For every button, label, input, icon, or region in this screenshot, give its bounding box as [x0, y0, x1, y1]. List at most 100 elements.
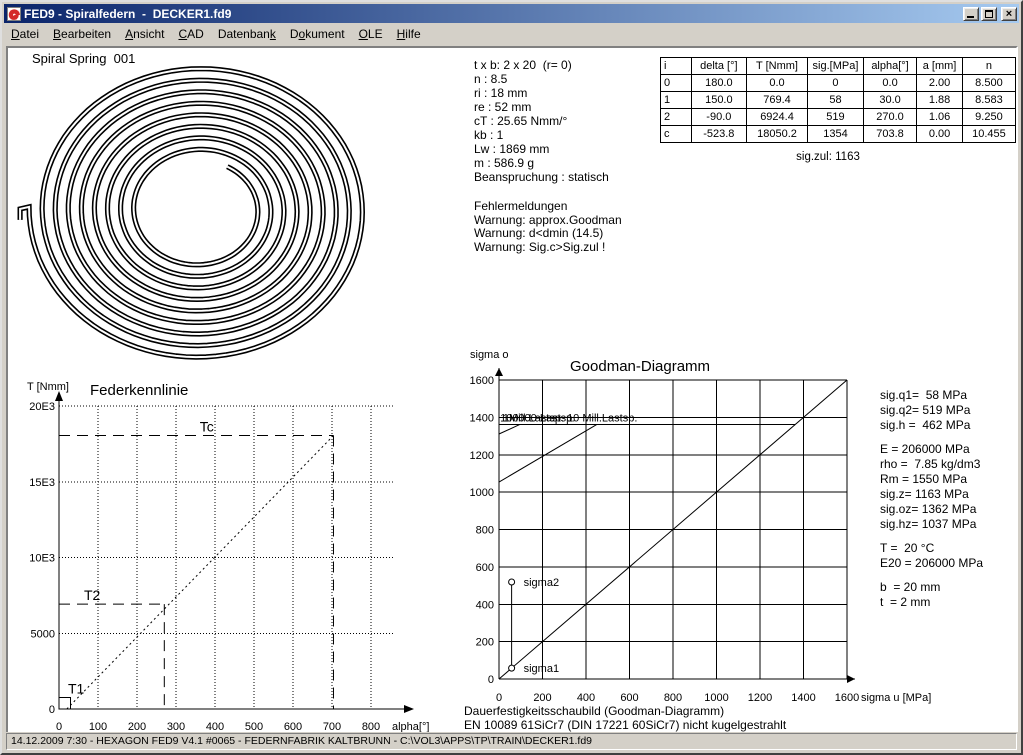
table-cell: 2: [661, 109, 692, 126]
table-cell: 1: [661, 92, 692, 109]
svg-text:Goodman-Diagramm: Goodman-Diagramm: [570, 358, 710, 375]
table-cell: 0: [808, 75, 864, 92]
svg-text:1000: 1000: [470, 487, 494, 499]
table-header-cell: T [Nmm]: [746, 58, 807, 75]
svg-text:15E3: 15E3: [29, 477, 55, 489]
results-table: idelta [°]T [Nmm]sig.[MPa]alpha[°]a [mm]…: [660, 57, 1016, 143]
results-table-wrap: idelta [°]T [Nmm]sig.[MPa]alpha[°]a [mm]…: [660, 57, 1016, 143]
material-line: sig.q1= 58 MPa: [880, 388, 983, 403]
parameter-line: cT : 25.65 Nmm/°: [474, 114, 609, 128]
svg-text:200: 200: [533, 692, 551, 704]
svg-text:400: 400: [476, 599, 494, 611]
material-line: E20 = 206000 MPa: [880, 556, 983, 571]
material-line: rho = 7.85 kg/dm3: [880, 457, 983, 472]
svg-text:1200: 1200: [748, 692, 772, 704]
material-line: [880, 571, 983, 580]
warning-line: Warnung: approx.Goodman: [474, 214, 622, 228]
menu-item-datenbank[interactable]: Datenbank: [211, 25, 283, 43]
warning-messages: FehlermeldungenWarnung: approx.GoodmanWa…: [474, 200, 622, 254]
maximize-button[interactable]: [981, 7, 997, 21]
window-controls: ×: [961, 7, 1017, 21]
menu-bar: DateiBearbeitenAnsichtCADDatenbankDokume…: [4, 24, 1019, 44]
table-header-cell: delta [°]: [691, 58, 746, 75]
material-line: b = 20 mm: [880, 580, 983, 595]
svg-text:sigma o: sigma o: [470, 349, 509, 361]
spring-parameters: t x b: 2 x 20 (r= 0)n : 8.5ri : 18 mmre …: [474, 58, 609, 184]
table-row: 2-90.06924.4519270.01.069.250: [661, 109, 1016, 126]
warning-line: Warnung: d<dmin (14.5): [474, 227, 622, 241]
window-title: FED9 - Spiralfedern - DECKER1.fd9: [24, 7, 961, 21]
table-cell: 0.00: [917, 126, 963, 143]
material-line: [880, 532, 983, 541]
parameter-line: Lw : 1869 mm: [474, 142, 609, 156]
menu-item-ansicht[interactable]: Ansicht: [118, 25, 171, 43]
svg-text:200: 200: [476, 637, 494, 649]
svg-text:Tc: Tc: [200, 419, 214, 435]
menu-item-bearbeiten[interactable]: Bearbeiten: [46, 25, 118, 43]
client-area: Spiral Spring 001 t x b: 2 x 20 (r= 0)n …: [6, 46, 1018, 735]
svg-text:600: 600: [620, 692, 638, 704]
menu-item-hilfe[interactable]: Hilfe: [390, 25, 428, 43]
warning-line: Warnung: Sig.c>Sig.zul !: [474, 241, 622, 255]
app-window: FED9 - Spiralfedern - DECKER1.fd9 × Date…: [0, 0, 1023, 755]
table-cell: 769.4: [746, 92, 807, 109]
parameter-line: kb : 1: [474, 128, 609, 142]
material-line: sig.oz= 1362 MPa: [880, 502, 983, 517]
menu-item-ole[interactable]: OLE: [352, 25, 390, 43]
material-line: E = 206000 MPa: [880, 442, 983, 457]
table-cell: 9.250: [962, 109, 1015, 126]
minimize-button[interactable]: [963, 7, 979, 21]
table-cell: 0.0: [746, 75, 807, 92]
menu-item-cad[interactable]: CAD: [171, 25, 210, 43]
svg-text:T2: T2: [84, 587, 101, 603]
material-line: sig.h = 462 MPa: [880, 418, 983, 433]
table-header-cell: sig.[MPa]: [808, 58, 864, 75]
svg-text:1200: 1200: [470, 450, 494, 462]
svg-text:T1: T1: [68, 680, 85, 696]
table-cell: 1.06: [917, 109, 963, 126]
close-icon: ×: [1002, 8, 1016, 20]
status-text: 14.12.2009 7:30 - HEXAGON FED9 V4.1 #006…: [6, 733, 1017, 750]
table-row: 1150.0769.45830.01.888.583: [661, 92, 1016, 109]
table-cell: 30.0: [863, 92, 916, 109]
svg-text:sigma u [MPa]: sigma u [MPa]: [861, 692, 931, 704]
svg-text:1Mill.Lastsp.: 1Mill.Lastsp.: [503, 412, 564, 424]
caption-line-1: Dauerfestigkeitsschaubild (Goodman-Diagr…: [464, 704, 786, 718]
parameter-line: t x b: 2 x 20 (r= 0): [474, 58, 609, 72]
table-cell: -90.0: [691, 109, 746, 126]
table-row: c-523.818050.21354703.80.0010.455: [661, 126, 1016, 143]
menu-item-datei[interactable]: Datei: [4, 25, 46, 43]
table-header-cell: alpha[°]: [863, 58, 916, 75]
parameter-line: m : 586.9 g: [474, 156, 609, 170]
svg-text:5000: 5000: [31, 628, 55, 640]
svg-text:10 Mill.Lastsp.: 10 Mill.Lastsp.: [567, 412, 637, 424]
table-row: 0180.00.000.02.008.500: [661, 75, 1016, 92]
sig-zul-value: sig.zul: 1163: [660, 151, 996, 163]
menu-item-dokument[interactable]: Dokument: [283, 25, 352, 43]
table-cell: 1.88: [917, 92, 963, 109]
table-header-cell: a [mm]: [917, 58, 963, 75]
table-header-cell: i: [661, 58, 692, 75]
table-cell: c: [661, 126, 692, 143]
material-line: sig.hz= 1037 MPa: [880, 517, 983, 532]
svg-text:1600: 1600: [835, 692, 859, 704]
app-spiral-icon-svg: [8, 9, 20, 21]
svg-text:0: 0: [496, 692, 502, 704]
svg-text:sigma1: sigma1: [524, 663, 559, 675]
table-cell: 8.500: [962, 75, 1015, 92]
svg-text:T [Nmm]: T [Nmm]: [27, 381, 69, 393]
federkennlinie-chart: 0500010E315E320E301002003004005006007008…: [22, 377, 442, 735]
close-button[interactable]: ×: [1001, 7, 1017, 21]
svg-text:1600: 1600: [470, 375, 494, 387]
material-line: T = 20 °C: [880, 541, 983, 556]
material-line: Rm = 1550 MPa: [880, 472, 983, 487]
material-values: sig.q1= 58 MPasig.q2= 519 MPasig.h = 462…: [880, 388, 983, 610]
table-cell: 270.0: [863, 109, 916, 126]
title-bar[interactable]: FED9 - Spiralfedern - DECKER1.fd9 ×: [4, 4, 1019, 23]
svg-text:20E3: 20E3: [29, 401, 55, 413]
table-cell: 150.0: [691, 92, 746, 109]
parameter-line: Beanspruchung : statisch: [474, 170, 609, 184]
table-cell: 0: [661, 75, 692, 92]
table-cell: 703.8: [863, 126, 916, 143]
table-cell: 180.0: [691, 75, 746, 92]
